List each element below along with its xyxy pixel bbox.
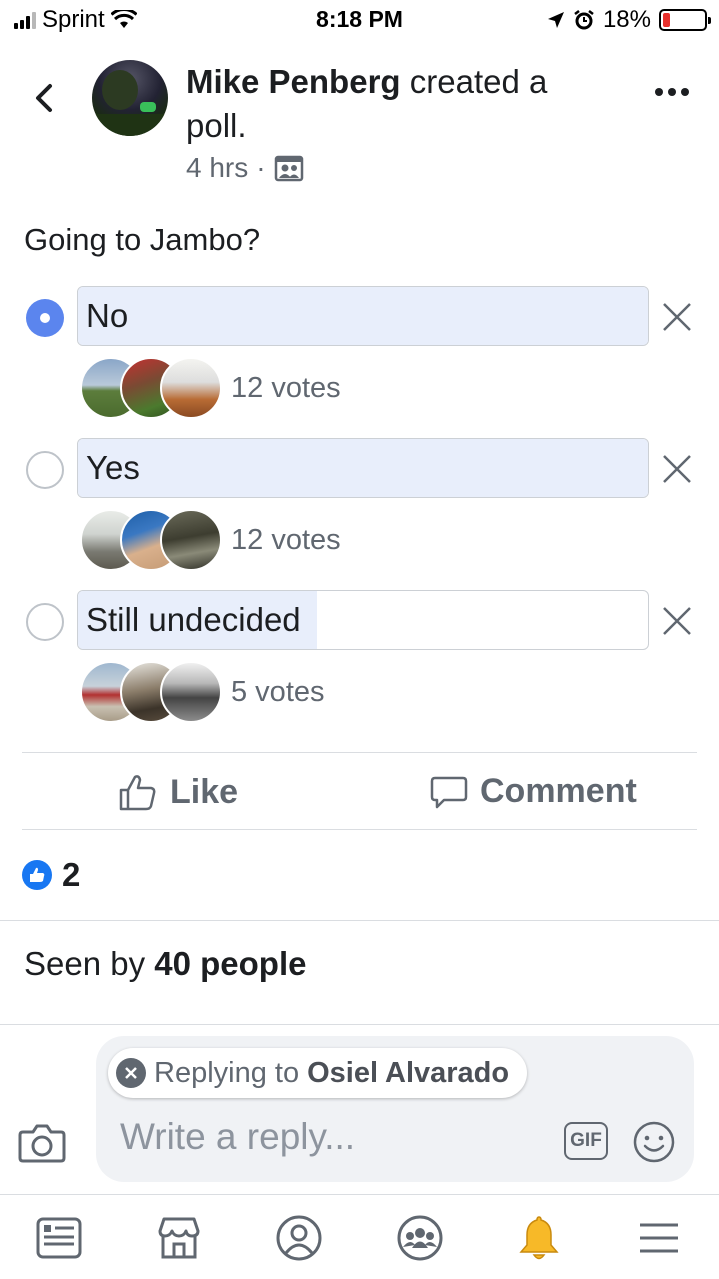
comment-label: Comment (480, 772, 637, 810)
divider (0, 920, 719, 921)
status-bar: Sprint 8:18 PM 18% (0, 0, 719, 40)
poll-option-bar[interactable]: Yes (77, 438, 649, 498)
status-right: 18% (547, 6, 711, 34)
post-timestamp[interactable]: 4 hrs (186, 152, 248, 184)
post-title: Mike Penberg created a poll. (186, 60, 606, 148)
notifications-icon[interactable] (514, 1213, 564, 1263)
poll-option[interactable]: Still undecided 5 votes (0, 590, 719, 740)
poll-option[interactable]: No 12 votes (0, 286, 719, 436)
battery-icon (659, 9, 711, 31)
comment-button[interactable]: Comment (430, 772, 637, 811)
poll-option-bar[interactable]: No (77, 286, 649, 346)
menu-icon[interactable] (634, 1213, 684, 1263)
meta-separator: · (256, 152, 266, 183)
poll-option-bar[interactable]: Still undecided (77, 590, 649, 650)
vote-count[interactable]: 12 votes (231, 372, 341, 405)
voter-avatars[interactable] (80, 508, 222, 572)
like-button[interactable]: Like (118, 772, 238, 812)
poll-option-label: Still undecided (86, 601, 301, 638)
battery-percent: 18% (602, 6, 651, 33)
poll-radio[interactable] (26, 299, 64, 337)
voter-avatars[interactable] (80, 660, 222, 724)
remove-option-icon[interactable] (660, 604, 694, 638)
more-options-icon[interactable] (655, 88, 689, 96)
remove-option-icon[interactable] (660, 452, 694, 486)
alarm-icon (574, 10, 594, 30)
action-bar: Like Comment (0, 764, 719, 824)
bottom-tab-bar (0, 1194, 719, 1279)
author-name[interactable]: Mike Penberg (186, 63, 401, 100)
location-arrow-icon (547, 12, 564, 28)
friends-icon (274, 155, 303, 182)
author-avatar[interactable] (92, 60, 168, 136)
reaction-count: 2 (62, 856, 81, 893)
reply-composer[interactable]: Replying to Osiel Alvarado Write a reply… (96, 1036, 694, 1182)
replying-name: Osiel Alvarado (307, 1056, 510, 1089)
poll-radio[interactable] (26, 603, 64, 641)
voter-avatar (160, 661, 222, 723)
groups-icon[interactable] (395, 1213, 445, 1263)
camera-icon[interactable] (18, 1118, 66, 1166)
replying-prefix: Replying to (154, 1056, 300, 1089)
seen-by[interactable]: Seen by 40 people (24, 945, 307, 983)
news-feed-icon[interactable] (34, 1213, 84, 1263)
back-chevron-icon[interactable] (26, 78, 66, 118)
poll-question: Going to Jambo? (24, 222, 261, 257)
like-label: Like (170, 772, 239, 811)
poll-option-label: No (86, 297, 129, 334)
vote-count[interactable]: 5 votes (231, 676, 325, 709)
voter-avatar (160, 357, 222, 419)
seen-prefix: Seen by (24, 945, 155, 982)
emoji-icon[interactable] (632, 1120, 676, 1164)
poll-option-label: Yes (86, 449, 140, 486)
vote-count[interactable]: 12 votes (231, 524, 341, 557)
poll-radio[interactable] (26, 451, 64, 489)
profile-icon[interactable] (274, 1213, 324, 1263)
divider (0, 1024, 719, 1025)
like-reaction-icon (22, 860, 52, 890)
remove-option-icon[interactable] (660, 300, 694, 334)
comment-icon (430, 776, 468, 808)
reply-input[interactable]: Write a reply... (120, 1116, 355, 1158)
seen-count: 40 people (154, 945, 307, 982)
voter-avatar (160, 509, 222, 571)
divider (22, 829, 697, 830)
thumbs-up-icon (119, 775, 156, 811)
cancel-reply-icon[interactable] (116, 1058, 146, 1088)
voter-avatars[interactable] (80, 356, 222, 420)
post-meta: 4 hrs · (186, 152, 304, 184)
divider (22, 752, 697, 753)
replying-to-chip: Replying to Osiel Alvarado (108, 1048, 528, 1098)
gif-button[interactable]: GIF (564, 1122, 608, 1160)
reaction-summary[interactable]: 2 (22, 856, 80, 894)
marketplace-icon[interactable] (154, 1213, 204, 1263)
poll-option[interactable]: Yes 12 votes (0, 438, 719, 588)
